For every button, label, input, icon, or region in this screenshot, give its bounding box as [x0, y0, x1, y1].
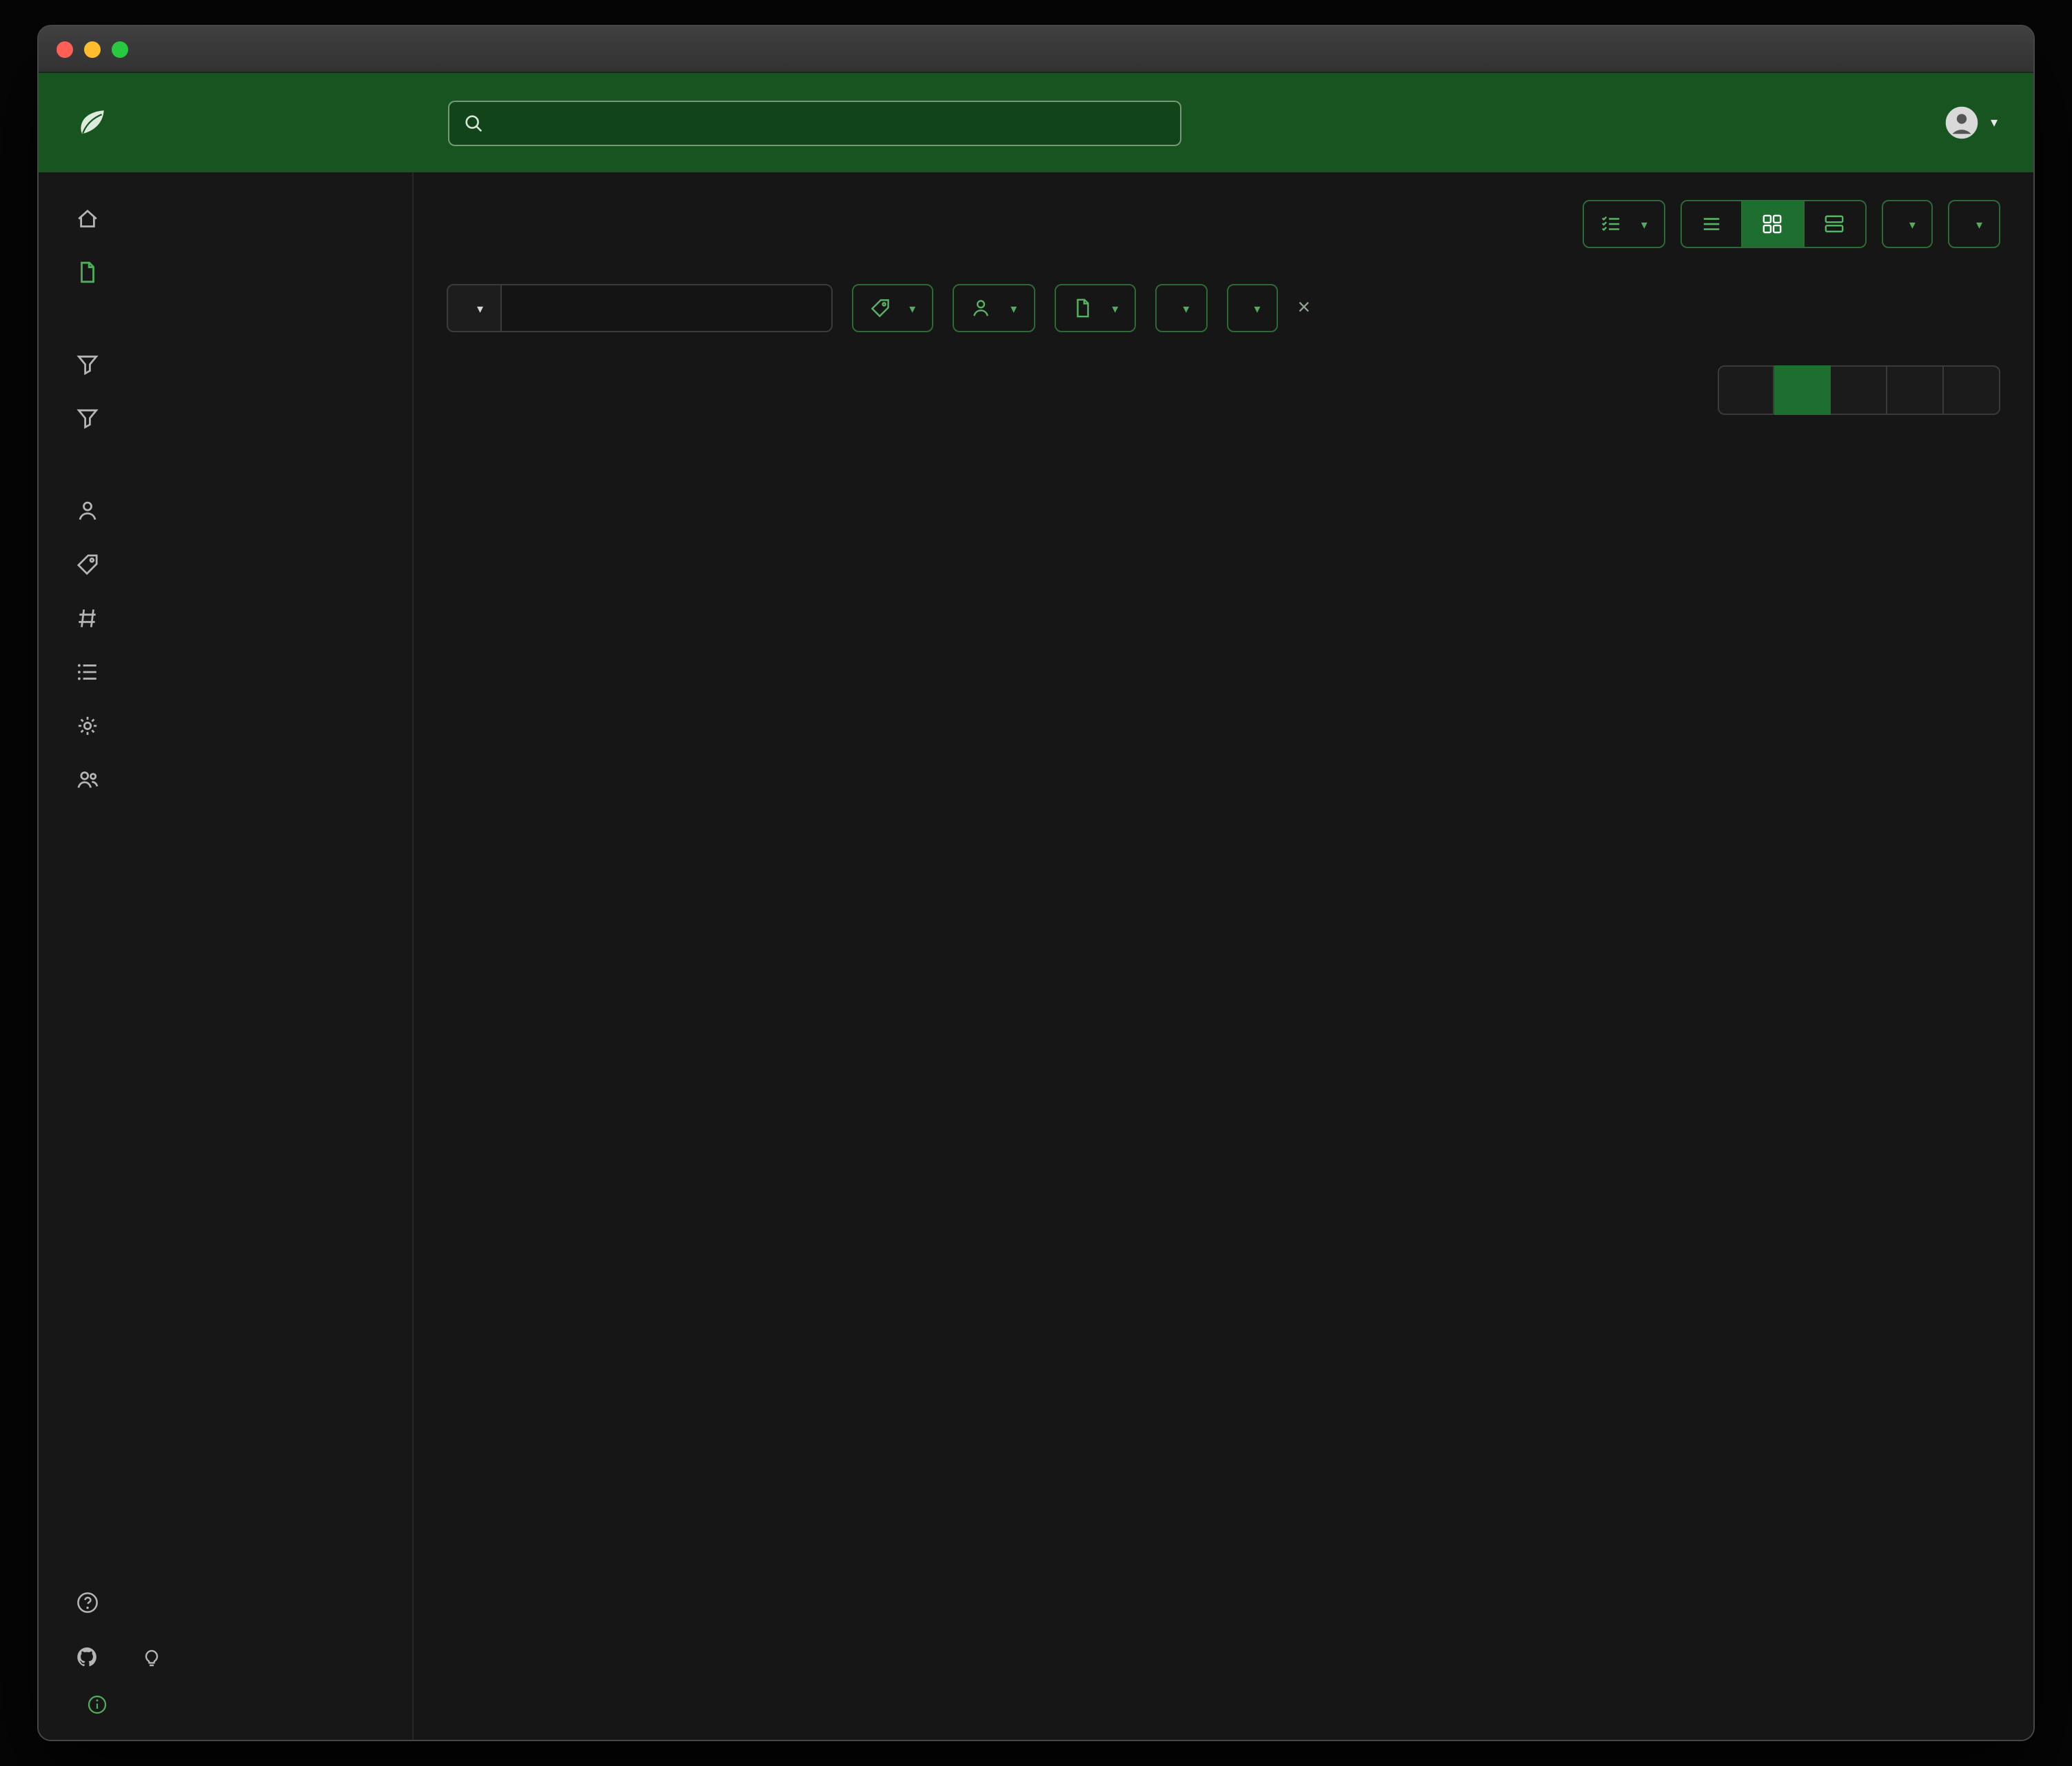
- chevron-down-icon: ▾: [1183, 302, 1189, 317]
- created-filter-button[interactable]: ▾: [1155, 284, 1207, 332]
- documents-grid: [447, 445, 2000, 500]
- chevron-down-icon: ▾: [477, 302, 483, 317]
- sidebar-item-suggest-idea[interactable]: [141, 1645, 175, 1667]
- sidebar-item-dashboard[interactable]: [39, 192, 412, 245]
- chevron-down-icon: ▾: [1254, 302, 1260, 317]
- window-minimize-button[interactable]: [84, 41, 101, 57]
- chevron-down-icon: ▾: [909, 302, 915, 317]
- person-icon: [971, 298, 991, 318]
- tag-icon: [869, 298, 890, 318]
- chevron-down-icon: ▾: [1112, 302, 1118, 317]
- grid-view-icon: [1763, 214, 1783, 234]
- list-check-icon: [1601, 214, 1622, 234]
- window-close-button[interactable]: [57, 41, 73, 57]
- added-filter-button[interactable]: ▾: [1226, 284, 1278, 332]
- sidebar-item-documentation[interactable]: [39, 1576, 412, 1630]
- sidebar-item-correspondents[interactable]: [39, 484, 412, 538]
- tag-icon: [76, 553, 99, 576]
- admin-users-icon: [76, 768, 99, 791]
- sidebar-item-tags[interactable]: [39, 538, 412, 591]
- title-content-input[interactable]: [501, 284, 832, 332]
- info-circle-icon[interactable]: [87, 1694, 108, 1715]
- app-window: ▾: [37, 25, 2035, 1741]
- chevron-down-icon: ▾: [1010, 302, 1017, 317]
- sidebar-info-section: [39, 1548, 412, 1740]
- hash-icon: [76, 607, 99, 630]
- document-type-filter-button[interactable]: ▾: [1054, 284, 1136, 332]
- pagination-page-2[interactable]: [1831, 365, 1887, 415]
- close-icon: ×: [1297, 297, 1310, 319]
- chevron-down-icon: ▾: [1909, 218, 1916, 233]
- sidebar-item-settings[interactable]: [39, 699, 412, 753]
- filter-funnel-icon: [76, 407, 99, 430]
- github-icon: [76, 1645, 98, 1667]
- sidebar-item-admin[interactable]: [39, 753, 412, 806]
- app-version: [39, 1683, 412, 1740]
- sidebar-item-github[interactable]: [76, 1645, 110, 1667]
- pagination-next[interactable]: [1944, 365, 2000, 415]
- question-circle-icon: [76, 1591, 99, 1614]
- correspondent-filter-button[interactable]: ▾: [953, 284, 1035, 332]
- view-toggle-group: [1680, 200, 1867, 248]
- file-icon: [1072, 298, 1093, 318]
- pagination-page-3[interactable]: [1887, 365, 1944, 415]
- pagination-prev[interactable]: [1718, 365, 1774, 415]
- pagination: [1718, 365, 2000, 415]
- filter-bar: ▾ ▾ ▾: [447, 284, 2000, 332]
- reset-filters-button[interactable]: ×: [1297, 297, 1319, 319]
- select-button[interactable]: ▾: [1583, 200, 1665, 248]
- detail-view-button[interactable]: [1805, 200, 1867, 248]
- chevron-down-icon: ▾: [1976, 218, 1982, 233]
- chevron-down-icon: ▾: [1641, 218, 1647, 233]
- window-zoom-button[interactable]: [112, 41, 128, 57]
- sidebar-item-recently-added[interactable]: [39, 392, 412, 445]
- person-icon: [76, 499, 99, 522]
- title-content-dropdown[interactable]: ▾: [447, 284, 501, 332]
- sidebar-item-logs[interactable]: [39, 645, 412, 699]
- paperless-logo-icon: [74, 105, 109, 140]
- pagination-page-1[interactable]: [1774, 365, 1831, 415]
- main-content: ▾: [414, 172, 2033, 1740]
- sidebar: [39, 172, 414, 1740]
- views-button[interactable]: ▾: [1949, 200, 2000, 248]
- top-navbar: ▾: [39, 73, 2033, 172]
- sidebar-item-documents[interactable]: [39, 245, 412, 299]
- user-menu[interactable]: ▾: [1944, 104, 1998, 141]
- global-search: [448, 100, 1181, 145]
- window-controls: [57, 26, 128, 72]
- search-input[interactable]: [495, 112, 1166, 134]
- list-view-icon: [1701, 214, 1722, 234]
- list-view-button[interactable]: [1680, 200, 1743, 248]
- filter-funnel-icon: [76, 353, 99, 376]
- avatar-icon: [1944, 104, 1981, 141]
- dashboard-icon: [76, 207, 99, 230]
- lightbulb-icon: [141, 1645, 163, 1667]
- tags-filter-button[interactable]: ▾: [851, 284, 933, 332]
- sidebar-item-inbox[interactable]: [39, 338, 412, 392]
- sort-button[interactable]: ▾: [1882, 200, 1933, 248]
- list-icon: [76, 660, 99, 684]
- window-titlebar: [39, 26, 2033, 73]
- grid-view-button[interactable]: [1743, 200, 1805, 248]
- documents-icon: [76, 261, 99, 284]
- search-icon: [463, 112, 484, 133]
- sidebar-item-document-types[interactable]: [39, 591, 412, 645]
- app-brand[interactable]: [74, 105, 412, 140]
- detail-view-icon: [1825, 214, 1845, 234]
- gear-icon: [76, 714, 99, 738]
- chevron-down-icon: ▾: [1991, 115, 1998, 130]
- screen: ▾: [0, 0, 2072, 1766]
